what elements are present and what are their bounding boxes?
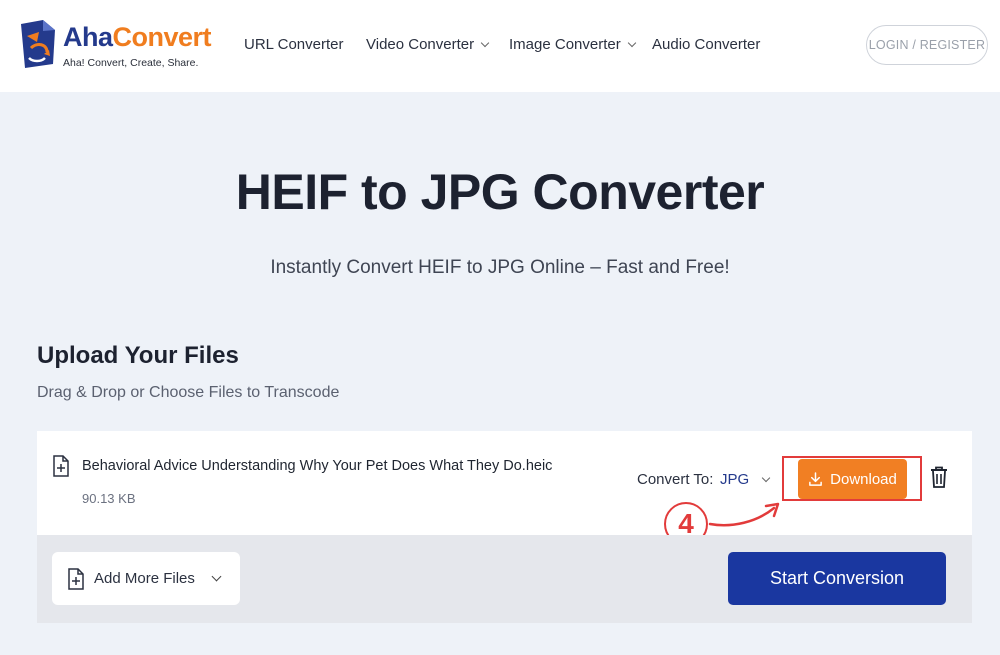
chevron-down-icon (761, 473, 771, 482)
file-add-icon (53, 455, 69, 477)
logo[interactable]: AhaConvert Aha! Convert, Create, Share. (17, 18, 212, 74)
start-conversion-button[interactable]: Start Conversion (728, 552, 946, 605)
logo-mark-icon (21, 20, 55, 68)
download-button[interactable]: Download (798, 459, 907, 499)
download-label: Download (830, 470, 897, 488)
logo-tagline: Aha! Convert, Create, Share. (63, 57, 199, 69)
logo-aha-text: Aha (63, 22, 113, 52)
download-icon (809, 471, 823, 486)
convert-to-label: Convert To: (637, 471, 714, 488)
login-register-button[interactable]: LOGIN / REGISTER (866, 25, 988, 65)
file-size: 90.13 KB (82, 491, 136, 506)
file-name: Behavioral Advice Understanding Why Your… (82, 458, 553, 474)
upload-section-subtitle: Drag & Drop or Choose Files to Transcode (37, 384, 340, 401)
trash-icon[interactable] (930, 466, 948, 488)
add-more-files-label: Add More Files (94, 570, 195, 587)
nav-image-converter[interactable]: Image Converter (509, 36, 636, 53)
nav-url-converter[interactable]: URL Converter (244, 36, 343, 53)
nav-video-converter[interactable]: Video Converter (366, 36, 490, 53)
chevron-down-icon (211, 571, 222, 582)
upload-section-title: Upload Your Files (37, 342, 239, 369)
output-format-select[interactable]: JPG (720, 471, 771, 488)
page-title: HEIF to JPG Converter (235, 164, 765, 220)
nav-item-label: URL Converter (244, 36, 344, 53)
nav-item-label: Audio Converter (652, 36, 761, 53)
logo-convert-text: Convert (112, 22, 212, 52)
nav-audio-converter[interactable]: Audio Converter (652, 36, 760, 53)
chevron-down-icon (480, 38, 490, 47)
nav-item-label: Video Converter (366, 36, 475, 53)
page-subtitle: Instantly Convert HEIF to JPG Online – F… (270, 257, 730, 278)
nav-item-label: Image Converter (509, 36, 621, 53)
chevron-down-icon (627, 38, 636, 47)
logo-name: AhaConvert (63, 22, 212, 53)
output-format-value: JPG (720, 471, 750, 488)
add-more-files-button[interactable]: Add More Files (52, 552, 240, 605)
file-add-icon (68, 567, 84, 590)
site-header: AhaConvert Aha! Convert, Create, Share. … (0, 0, 1000, 92)
